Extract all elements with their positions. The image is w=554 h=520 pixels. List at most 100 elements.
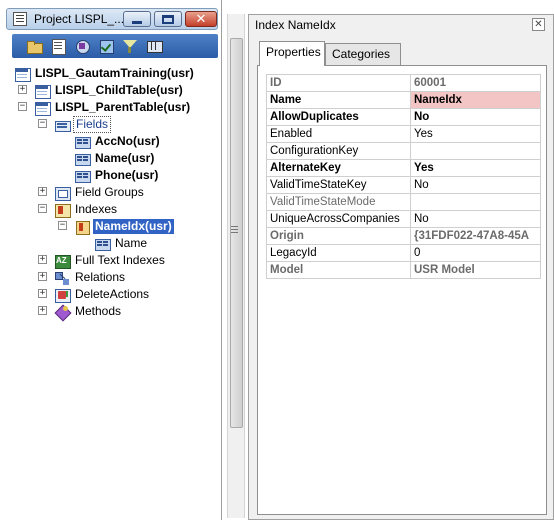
property-row[interactable]: LegacyId 0 — [266, 244, 541, 262]
maximize-button[interactable] — [154, 11, 182, 27]
tree-item-label: LISPL_ChildTable(usr) — [55, 83, 183, 97]
property-row[interactable]: ID 60001 — [266, 74, 541, 92]
maximize-icon — [162, 14, 174, 24]
collapse-icon[interactable]: − — [38, 119, 47, 128]
minimize-button[interactable] — [123, 11, 151, 27]
property-value[interactable]: Yes — [410, 159, 541, 177]
delete-actions-icon — [54, 288, 71, 303]
property-value[interactable]: No — [410, 176, 541, 194]
tree-item-label: LISPL_GautamTraining(usr) — [35, 66, 194, 80]
properties-icon[interactable] — [50, 38, 66, 55]
property-row[interactable]: Model USR Model — [266, 261, 541, 279]
property-value[interactable]: {31FDF022-47A8-45A — [410, 227, 541, 245]
field-groups-icon — [54, 186, 71, 201]
property-row[interactable]: AlternateKey Yes — [266, 159, 541, 177]
property-value[interactable]: NameIdx — [410, 91, 541, 109]
tree-item-label: Field Groups — [75, 185, 144, 199]
project-window-title: Project LISPL_... — [34, 12, 125, 26]
property-value[interactable]: Yes — [410, 125, 541, 143]
property-grid-panel: ID 60001 Name NameIdx AllowDuplicates No… — [257, 65, 547, 515]
project-window-icon — [13, 12, 27, 26]
tree-item-field-phone[interactable]: Phone(usr) — [74, 167, 160, 184]
tree-item-field-name[interactable]: Name(usr) — [74, 150, 156, 167]
tree-item-gautam-training[interactable]: LISPL_GautamTraining(usr) — [14, 65, 196, 82]
tree-item-label: NameIdx(usr) — [93, 219, 174, 234]
tree-item-full-text-indexes[interactable]: Full Text Indexes — [54, 252, 167, 269]
tree-item-fields[interactable]: Fields — [54, 116, 112, 133]
collapse-icon[interactable]: − — [58, 221, 67, 230]
minimize-icon — [132, 20, 142, 24]
property-value[interactable]: No — [410, 108, 541, 126]
property-row[interactable]: ValidTimeStateMode — [266, 193, 541, 211]
scrollbar-thumb[interactable] — [230, 38, 243, 428]
vertical-scrollbar[interactable] — [227, 14, 245, 518]
property-value[interactable]: No — [410, 210, 541, 228]
table-icon — [34, 101, 51, 116]
filter-icon[interactable] — [122, 38, 138, 54]
tree-item-delete-actions[interactable]: DeleteActions — [54, 286, 151, 303]
expand-icon[interactable]: + — [38, 272, 47, 281]
tree-item-field-groups[interactable]: Field Groups — [54, 184, 146, 201]
close-icon: ✕ — [195, 11, 207, 27]
tree-item-methods[interactable]: Methods — [54, 303, 123, 320]
close-icon[interactable]: ✕ — [532, 18, 545, 31]
tree-item-field-accno[interactable]: AccNo(usr) — [74, 133, 162, 150]
property-key: ValidTimeStateKey — [266, 176, 411, 194]
property-key: ValidTimeStateMode — [266, 193, 411, 211]
tree-item-label: Fields — [73, 116, 112, 133]
tree-item-label: AccNo(usr) — [95, 134, 160, 148]
indexes-icon — [54, 203, 71, 218]
expand-icon[interactable]: + — [18, 85, 27, 94]
tree-item-label: Relations — [75, 270, 126, 284]
property-row[interactable]: Name NameIdx — [266, 91, 541, 109]
tree-item-index-field-name[interactable]: Name — [94, 235, 149, 252]
property-row[interactable]: ValidTimeStateKey No — [266, 176, 541, 194]
property-value[interactable] — [410, 193, 541, 211]
tree-item-label: Methods — [75, 304, 122, 318]
tree-item-parent-table[interactable]: LISPL_ParentTable(usr) — [34, 99, 192, 116]
expand-icon[interactable]: + — [38, 255, 47, 264]
property-row[interactable]: Origin {31FDF022-47A8-45A — [266, 227, 541, 245]
collapse-icon[interactable]: − — [18, 102, 27, 111]
grid-icon[interactable] — [146, 38, 163, 54]
property-value[interactable]: USR Model — [410, 261, 541, 279]
tab-categories[interactable]: Categories — [325, 43, 401, 65]
field-icon — [74, 135, 91, 149]
tree-item-relations[interactable]: Relations — [54, 269, 127, 286]
open-icon[interactable] — [26, 38, 43, 54]
tree-item-label: Indexes — [75, 202, 118, 216]
tree-item-index-nameidx[interactable]: NameIdx(usr) — [74, 218, 174, 235]
fields-icon — [54, 118, 71, 132]
property-key: Model — [266, 261, 411, 279]
tree-item-label: Full Text Indexes — [75, 253, 165, 267]
property-value[interactable] — [410, 142, 541, 160]
table-icon — [34, 84, 51, 99]
compile-icon[interactable] — [74, 38, 90, 54]
tab-properties[interactable]: Properties — [259, 41, 325, 66]
tree-item-label: LISPL_ParentTable(usr) — [55, 100, 191, 114]
property-key: AllowDuplicates — [266, 108, 411, 126]
expand-icon[interactable]: + — [38, 289, 47, 298]
tree-item-label: Phone(usr) — [95, 168, 159, 182]
tree-item-indexes[interactable]: Indexes — [54, 201, 119, 218]
property-key: Origin — [266, 227, 411, 245]
expand-icon[interactable]: + — [38, 306, 47, 315]
collapse-icon[interactable]: − — [38, 204, 47, 213]
index-icon — [74, 220, 90, 235]
project-titlebar[interactable]: Project LISPL_... ✕ — [6, 8, 218, 30]
full-text-icon — [54, 254, 71, 269]
expand-icon[interactable]: + — [38, 187, 47, 196]
property-value[interactable]: 0 — [410, 244, 541, 262]
property-row[interactable]: UniqueAcrossCompanies No — [266, 210, 541, 228]
property-key: LegacyId — [266, 244, 411, 262]
close-button[interactable]: ✕ — [185, 11, 217, 27]
property-row[interactable]: Enabled Yes — [266, 125, 541, 143]
check-icon[interactable] — [98, 38, 114, 54]
splitter-grip-icon — [231, 226, 238, 227]
property-row[interactable]: ConfigurationKey — [266, 142, 541, 160]
property-key: AlternateKey — [266, 159, 411, 177]
tree-item-child-table[interactable]: LISPL_ChildTable(usr) — [34, 82, 185, 99]
property-key: Name — [266, 91, 411, 109]
property-row[interactable]: AllowDuplicates No — [266, 108, 541, 126]
property-value[interactable]: 60001 — [410, 74, 541, 92]
